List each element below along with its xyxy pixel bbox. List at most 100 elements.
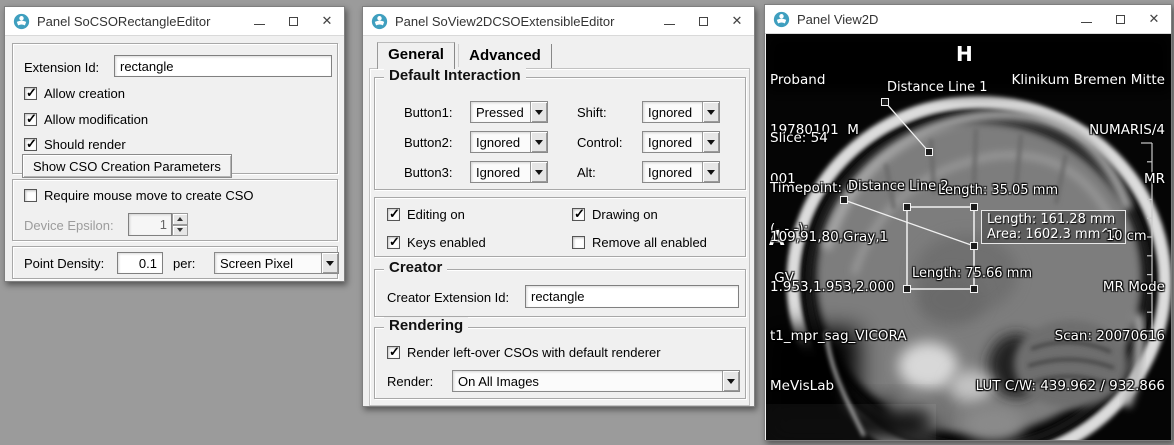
combo-value: Ignored bbox=[643, 135, 702, 150]
render-combo[interactable]: On All Images bbox=[452, 370, 740, 392]
panel-content: Extension Id: Allow creation Allow modif… bbox=[5, 36, 344, 281]
area-measurement: Area: 1602.3 mm^2 bbox=[987, 227, 1120, 242]
checkbox-box bbox=[24, 113, 37, 126]
keys-enabled-checkbox[interactable]: Keys enabled bbox=[387, 235, 486, 250]
window-view2d: Panel View2D ✕ bbox=[764, 4, 1172, 441]
sequence-name: t1_mpr_sag_VICORA bbox=[770, 328, 907, 346]
titlebar[interactable]: Panel View2D ✕ bbox=[765, 5, 1171, 34]
minimize-button[interactable] bbox=[242, 7, 276, 35]
rect-width-measurement: Length: 35.05 mm bbox=[938, 183, 1058, 198]
default-interaction-group: Default Interaction Button1: Pressed Shi… bbox=[374, 77, 746, 190]
length-measurement: Length: 161.28 mm bbox=[987, 212, 1120, 227]
chevron-down-icon bbox=[530, 132, 547, 152]
tab-page: Default Interaction Button1: Pressed Shi… bbox=[369, 68, 750, 406]
creator-extension-id-input[interactable] bbox=[525, 285, 739, 308]
button1-label: Button1: bbox=[404, 105, 452, 120]
button2-combo[interactable]: Ignored bbox=[470, 131, 548, 153]
minimize-button[interactable] bbox=[1069, 5, 1103, 33]
control-label: Control: bbox=[577, 135, 623, 150]
checkbox-label: Allow modification bbox=[44, 112, 148, 127]
chevron-down-icon bbox=[321, 253, 338, 273]
toggles-group: Editing on Drawing on Keys enabled Remov… bbox=[374, 197, 746, 257]
checkbox-label: Render left-over CSOs with default rende… bbox=[407, 345, 661, 360]
checkbox-box bbox=[572, 236, 585, 249]
combo-value: Pressed bbox=[471, 105, 530, 120]
chevron-down-icon bbox=[702, 102, 719, 122]
creator-extension-id-label: Creator Extension Id: bbox=[387, 290, 509, 305]
maximize-button[interactable] bbox=[686, 7, 720, 35]
minimize-button[interactable] bbox=[652, 7, 686, 35]
cso-options-group: Extension Id: Allow creation Allow modif… bbox=[12, 43, 338, 174]
button3-combo[interactable]: Ignored bbox=[470, 161, 548, 183]
alt-label: Alt: bbox=[577, 165, 596, 180]
lut-values: LUT C/W: 439.962 / 932.866 bbox=[976, 378, 1165, 396]
window-socsorectangleeditor: Panel SoCSORectangleEditor ✕ Extension I… bbox=[4, 6, 345, 282]
maximize-button[interactable] bbox=[276, 7, 310, 35]
maximize-button[interactable] bbox=[1103, 5, 1137, 33]
shift-combo[interactable]: Ignored bbox=[642, 101, 720, 123]
window-title: Panel SoCSORectangleEditor bbox=[37, 14, 235, 29]
show-cso-creation-parameters-button[interactable]: Show CSO Creation Parameters bbox=[22, 154, 232, 178]
checkbox-box bbox=[24, 189, 37, 202]
chevron-down-icon bbox=[702, 132, 719, 152]
combo-value: Ignored bbox=[471, 165, 530, 180]
remove-all-enabled-checkbox[interactable]: Remove all enabled bbox=[572, 235, 707, 250]
close-button[interactable]: ✕ bbox=[310, 7, 344, 35]
combo-value: Ignored bbox=[643, 105, 702, 120]
orientation-marker-h: H bbox=[956, 42, 973, 66]
combo-value: Ignored bbox=[643, 165, 702, 180]
spin-up-icon[interactable] bbox=[172, 213, 188, 225]
button1-combo[interactable]: Pressed bbox=[470, 101, 548, 123]
render-leftover-csos-checkbox[interactable]: Render left-over CSOs with default rende… bbox=[387, 345, 661, 360]
point-density-input[interactable] bbox=[117, 252, 163, 274]
spacing-info: 1.953,1.953,2.000 bbox=[770, 279, 907, 297]
distance-line-2-label: Distance Line 2 bbox=[848, 179, 948, 194]
device-epsilon-stepper[interactable]: 1 bbox=[128, 213, 188, 236]
chevron-down-icon bbox=[702, 162, 719, 182]
ruler-scale-label: 10 cm bbox=[1106, 229, 1147, 244]
titlebar[interactable]: Panel SoView2DCSOExtensibleEditor ✕ bbox=[363, 7, 754, 36]
checkbox-label: Editing on bbox=[407, 207, 465, 222]
checkbox-label: Drawing on bbox=[592, 207, 658, 222]
patient-name: Proband bbox=[770, 72, 859, 90]
mode-label: MR Mode bbox=[976, 279, 1165, 297]
require-mouse-move-checkbox[interactable]: Require mouse move to create CSO bbox=[24, 188, 254, 203]
alt-combo[interactable]: Ignored bbox=[642, 161, 720, 183]
extension-id-input[interactable] bbox=[114, 55, 332, 77]
titlebar[interactable]: Panel SoCSORectangleEditor ✕ bbox=[5, 7, 344, 36]
checkbox-label: Should render bbox=[44, 137, 126, 152]
checkbox-label: Remove all enabled bbox=[592, 235, 707, 250]
checkbox-label: Require mouse move to create CSO bbox=[44, 188, 254, 203]
checkbox-box bbox=[387, 346, 400, 359]
allow-creation-checkbox[interactable]: Allow creation bbox=[24, 86, 125, 101]
spin-down-icon[interactable] bbox=[172, 225, 188, 237]
point-density-label: Point Density: bbox=[24, 256, 104, 271]
site-name: Klinikum Bremen Mitte bbox=[1012, 72, 1165, 90]
chevron-down-icon bbox=[722, 371, 739, 391]
creator-group: Creator Creator Extension Id: bbox=[374, 269, 746, 317]
tab-advanced[interactable]: Advanced bbox=[458, 44, 552, 69]
tab-general[interactable]: General bbox=[377, 42, 455, 69]
chevron-down-icon bbox=[530, 102, 547, 122]
checkbox-box bbox=[387, 208, 400, 221]
button2-label: Button2: bbox=[404, 135, 452, 150]
close-button[interactable]: ✕ bbox=[720, 7, 754, 35]
rendering-group: Rendering Render left-over CSOs with def… bbox=[374, 327, 746, 399]
view2d-canvas[interactable]: Proband 19780101 M 001 (- - -): GV Klini… bbox=[766, 34, 1171, 440]
shift-label: Shift: bbox=[577, 105, 607, 120]
point-density-unit-combo[interactable]: Screen Pixel bbox=[214, 252, 339, 274]
voxel-info: 109,91,80,Gray,1 bbox=[770, 229, 907, 247]
should-render-checkbox[interactable]: Should render bbox=[24, 137, 126, 152]
allow-modification-checkbox[interactable]: Allow modification bbox=[24, 112, 148, 127]
extension-id-label: Extension Id: bbox=[24, 60, 99, 75]
close-button[interactable]: ✕ bbox=[1137, 5, 1171, 33]
checkbox-label: Allow creation bbox=[44, 86, 125, 101]
panel-content: General Advanced Default Interaction But… bbox=[363, 36, 754, 406]
drawing-on-checkbox[interactable]: Drawing on bbox=[572, 207, 658, 222]
mouse-move-group: Require mouse move to create CSO Device … bbox=[12, 179, 338, 241]
render-label: Render: bbox=[387, 374, 433, 389]
measurement-info-box: Length: 161.28 mm Area: 1602.3 mm^2 bbox=[981, 210, 1126, 244]
control-combo[interactable]: Ignored bbox=[642, 131, 720, 153]
editing-on-checkbox[interactable]: Editing on bbox=[387, 207, 465, 222]
checkbox-box bbox=[24, 87, 37, 100]
